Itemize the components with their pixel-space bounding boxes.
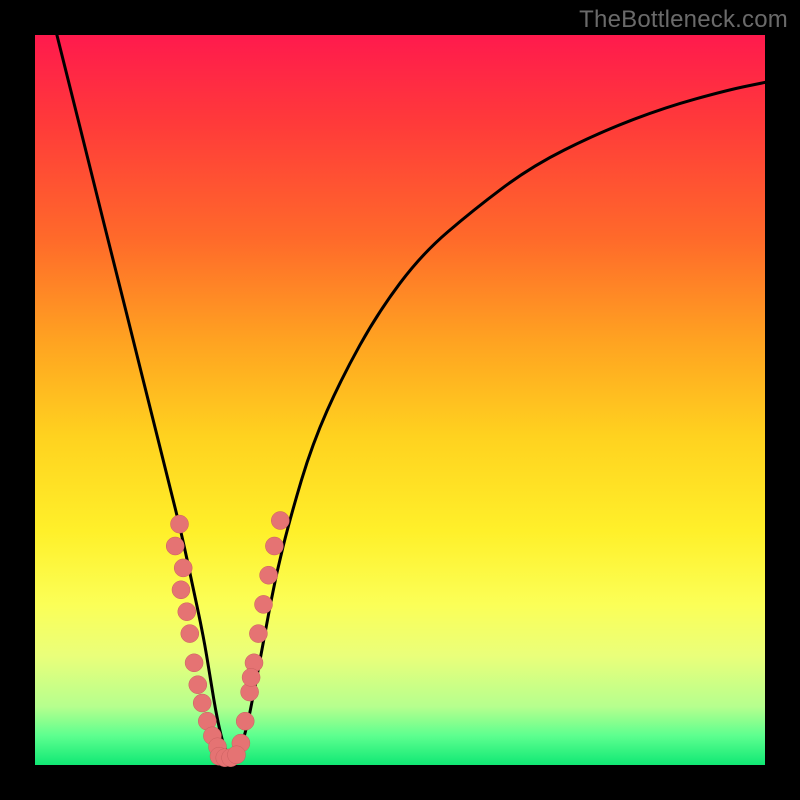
data-marker	[174, 559, 192, 577]
bottleneck-curve	[57, 35, 765, 756]
data-marker	[242, 668, 260, 686]
data-marker	[249, 625, 267, 643]
data-marker	[171, 515, 189, 533]
data-marker	[236, 712, 254, 730]
data-marker	[255, 595, 273, 613]
data-marker	[265, 537, 283, 555]
data-marker	[172, 581, 190, 599]
data-marker	[260, 566, 278, 584]
data-marker	[185, 654, 203, 672]
data-marker	[228, 746, 246, 764]
data-marker	[193, 694, 211, 712]
data-marker	[166, 537, 184, 555]
data-marker	[178, 603, 196, 621]
data-marker	[271, 512, 289, 530]
data-marker	[189, 676, 207, 694]
bottleneck-chart	[0, 0, 800, 800]
data-marker	[181, 625, 199, 643]
